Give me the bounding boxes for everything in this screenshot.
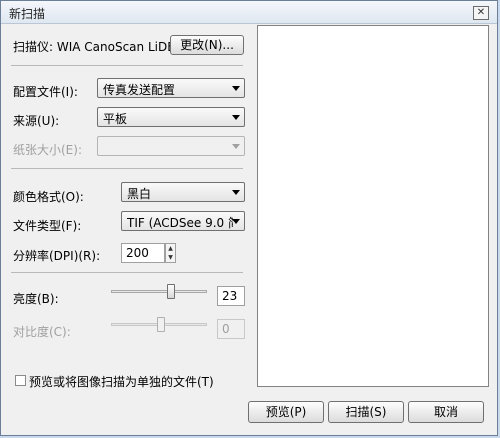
close-icon[interactable]: ✕ <box>473 6 489 20</box>
profile-value: 传真发送配置 <box>103 83 176 97</box>
color-format-label: 颜色格式(O): <box>13 190 84 204</box>
brightness-input[interactable]: 23 <box>217 286 245 306</box>
resolution-label: 分辨率(DPI)(R): <box>13 249 101 263</box>
contrast-slider-thumb <box>157 317 165 332</box>
separate-files-checkbox[interactable] <box>15 375 26 386</box>
brightness-slider-thumb[interactable] <box>167 284 175 299</box>
divider <box>11 168 243 169</box>
divider <box>11 272 243 273</box>
source-value: 平板 <box>103 112 128 126</box>
resolution-input[interactable]: 200 <box>121 243 165 263</box>
profile-select[interactable]: 传真发送配置 <box>97 78 245 98</box>
resolution-spinner[interactable]: ▲ ▼ <box>165 243 176 263</box>
scan-button[interactable]: 扫描(S) <box>328 401 404 423</box>
paper-size-select <box>97 136 245 156</box>
preview-area <box>257 25 489 387</box>
window-title: 新扫描 <box>9 7 46 21</box>
chevron-down-icon <box>232 144 240 149</box>
divider <box>11 65 243 66</box>
paper-size-label: 纸张大小(E): <box>13 143 82 157</box>
color-format-value: 黑白 <box>127 187 152 201</box>
source-select[interactable]: 平板 <box>97 107 245 127</box>
contrast-input: 0 <box>217 319 245 339</box>
file-type-value: TIF (ACDSee 9.0 简体中文 <box>127 216 233 230</box>
color-format-select[interactable]: 黑白 <box>121 182 245 202</box>
chevron-down-icon <box>232 115 240 120</box>
separate-files-label: 预览或将图像扫描为单独的文件(T) <box>29 375 214 389</box>
contrast-label: 对比度(C): <box>13 325 71 339</box>
new-scan-dialog: 新扫描 ✕ 扫描仪: WIA CanoScan LiDE 110 更改(N)..… <box>0 0 498 436</box>
chevron-down-icon <box>232 86 240 91</box>
profile-label: 配置文件(I): <box>13 85 78 99</box>
chevron-down-icon <box>232 190 240 195</box>
cancel-button[interactable]: 取消 <box>408 401 484 423</box>
preview-button[interactable]: 预览(P) <box>248 401 324 423</box>
spin-down-icon[interactable]: ▼ <box>166 253 175 262</box>
brightness-label: 亮度(B): <box>13 292 59 306</box>
source-label: 来源(U): <box>13 114 60 128</box>
chevron-down-icon <box>232 219 240 224</box>
file-type-select[interactable]: TIF (ACDSee 9.0 简体中文 <box>121 211 245 231</box>
change-scanner-button[interactable]: 更改(N)... <box>170 35 244 55</box>
file-type-label: 文件类型(F): <box>13 219 82 233</box>
brightness-slider-track[interactable] <box>111 290 207 293</box>
spin-up-icon[interactable]: ▲ <box>166 244 175 253</box>
title-bar: 新扫描 ✕ <box>1 1 497 24</box>
